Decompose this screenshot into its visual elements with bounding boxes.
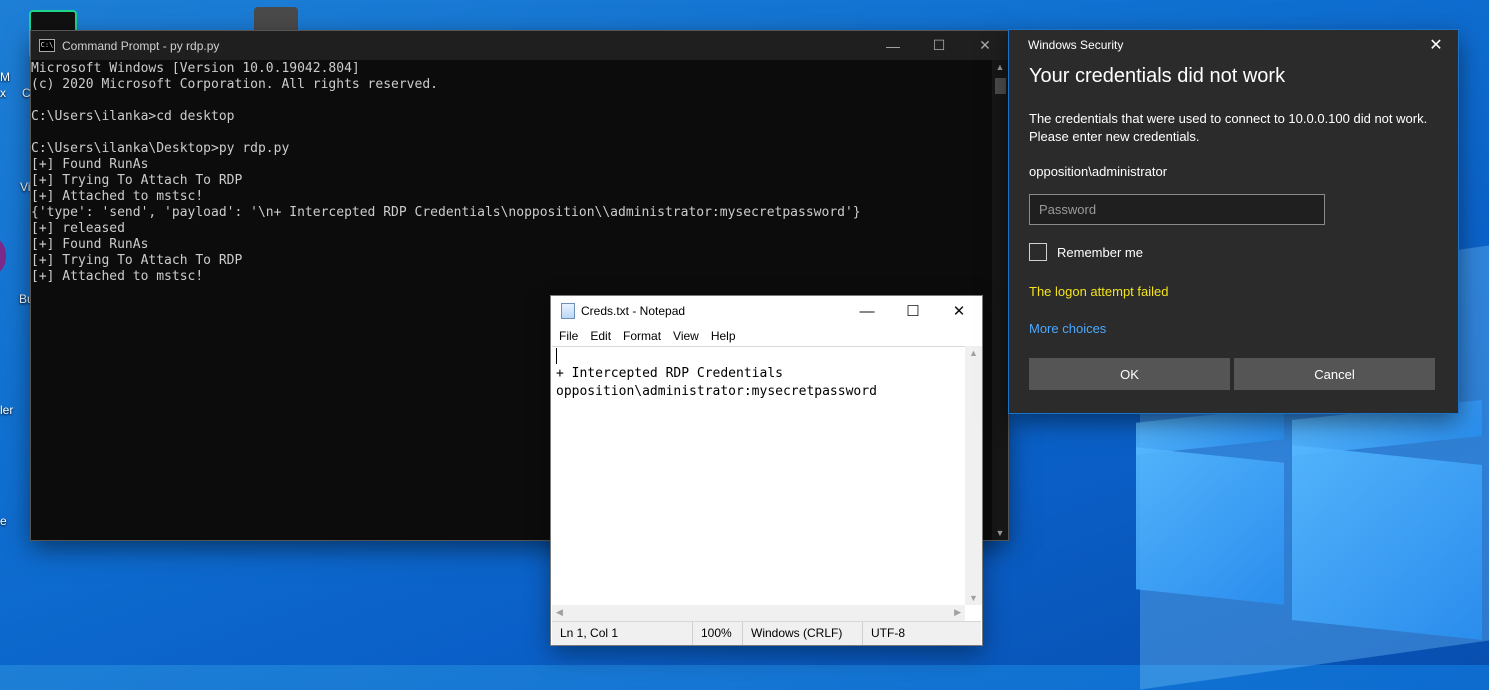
cancel-button[interactable]: Cancel xyxy=(1234,358,1435,390)
logon-error-message: The logon attempt failed xyxy=(1029,284,1169,299)
desktop-icon-label[interactable]: M xyxy=(0,70,10,84)
notepad-vertical-scrollbar[interactable]: ▲ ▼ xyxy=(965,346,982,605)
cmd-scrollbar[interactable]: ▲ ▼ xyxy=(992,60,1008,540)
scroll-right-arrow-icon[interactable]: ▶ xyxy=(954,607,961,618)
remember-me-row[interactable]: Remember me xyxy=(1029,243,1143,261)
cmd-scroll-thumb[interactable] xyxy=(995,78,1006,94)
security-close-button[interactable]: ✕ xyxy=(1414,35,1458,55)
scroll-up-arrow-icon[interactable]: ▲ xyxy=(969,348,978,358)
menu-format[interactable]: Format xyxy=(617,326,667,346)
security-message: The credentials that were used to connec… xyxy=(1029,111,1428,144)
desktop-icon-label[interactable]: e xyxy=(0,514,7,528)
cmd-title: Command Prompt - py rdp.py xyxy=(62,38,220,53)
more-choices-link[interactable]: More choices xyxy=(1029,321,1106,336)
cmd-close-button[interactable]: ✕ xyxy=(962,31,1008,60)
status-encoding: UTF-8 xyxy=(862,622,962,645)
notepad-app-icon xyxy=(561,303,575,319)
scroll-down-arrow-icon[interactable]: ▼ xyxy=(969,593,978,603)
scroll-down-arrow-icon[interactable]: ▼ xyxy=(992,528,1008,538)
notepad-maximize-button[interactable]: ☐ xyxy=(890,296,936,326)
desktop-icon-label[interactable]: Vi xyxy=(20,180,30,194)
notepad-window[interactable]: Creds.txt - Notepad — ☐ ✕ File Edit Form… xyxy=(551,296,982,645)
desktop-icon-label[interactable]: x xyxy=(0,86,6,100)
security-username: opposition\administrator xyxy=(1029,164,1168,179)
notepad-minimize-button[interactable]: — xyxy=(844,296,890,326)
wallpaper-windows-logo-pane xyxy=(1292,445,1482,640)
menu-file[interactable]: File xyxy=(553,326,584,346)
app-desktop-icon[interactable] xyxy=(0,236,6,276)
security-window-title: Windows Security xyxy=(1028,38,1124,52)
notepad-text-area[interactable]: + Intercepted RDP Credentials opposition… xyxy=(552,346,965,605)
password-input[interactable] xyxy=(1029,194,1325,225)
cmd-maximize-button[interactable]: ☐ xyxy=(916,31,962,60)
scroll-left-arrow-icon[interactable]: ◀ xyxy=(556,607,563,618)
status-cursor-position: Ln 1, Col 1 xyxy=(560,626,619,640)
notepad-status-bar: Ln 1, Col 1 100% Windows (CRLF) UTF-8 xyxy=(552,621,981,645)
scroll-up-arrow-icon[interactable]: ▲ xyxy=(992,62,1008,72)
ok-button[interactable]: OK xyxy=(1029,358,1230,390)
status-zoom: 100% xyxy=(692,622,742,645)
notepad-horizontal-scrollbar[interactable]: ◀ ▶ xyxy=(552,605,965,622)
status-line-endings: Windows (CRLF) xyxy=(742,622,862,645)
security-title-bar[interactable]: Windows Security ✕ xyxy=(1009,30,1458,60)
text-caret xyxy=(556,348,557,364)
security-heading: Your credentials did not work xyxy=(1029,65,1286,87)
notepad-close-button[interactable]: ✕ xyxy=(936,296,982,326)
menu-view[interactable]: View xyxy=(667,326,705,346)
wallpaper-windows-logo-pane xyxy=(1136,447,1284,605)
desktop-icon-label[interactable]: C xyxy=(22,86,31,100)
notepad-menu-bar: File Edit Format View Help xyxy=(551,326,982,346)
remember-me-checkbox[interactable] xyxy=(1029,243,1047,261)
windows-security-dialog[interactable]: Windows Security ✕ Your credentials did … xyxy=(1009,30,1458,413)
desktop-icon-label[interactable]: ler xyxy=(0,403,13,417)
cmd-minimize-button[interactable]: — xyxy=(870,31,916,60)
notepad-content: + Intercepted RDP Credentials opposition… xyxy=(556,366,877,399)
cmd-title-bar[interactable]: C:\ Command Prompt - py rdp.py — ☐ ✕ xyxy=(31,31,1008,60)
remember-me-label[interactable]: Remember me xyxy=(1057,245,1143,260)
cmd-app-icon: C:\ xyxy=(39,39,55,52)
notepad-title: Creds.txt - Notepad xyxy=(581,304,686,318)
notepad-title-bar[interactable]: Creds.txt - Notepad — ☐ ✕ xyxy=(551,296,982,326)
menu-edit[interactable]: Edit xyxy=(584,326,617,346)
menu-help[interactable]: Help xyxy=(705,326,742,346)
